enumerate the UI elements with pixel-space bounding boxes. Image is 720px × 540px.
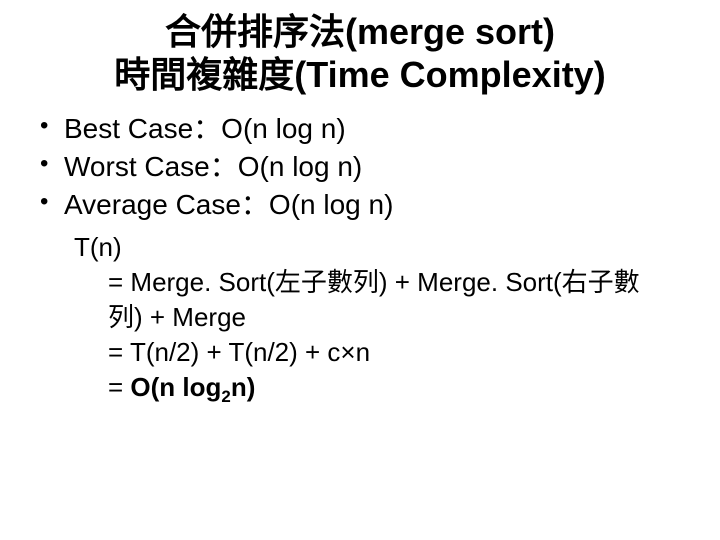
bullet-best-case: Best Case：O(n log n) xyxy=(34,110,690,148)
recurrence-line-2a: = Merge. Sort(左子數列) + Merge. Sort(右子數 xyxy=(74,265,690,300)
slide-title: 合併排序法(merge sort) 時間複雜度(Time Complexity) xyxy=(30,10,690,96)
title-line-1: 合併排序法(merge sort) xyxy=(40,10,680,53)
bullet-average-case: Average Case：O(n log n) xyxy=(34,186,690,224)
recurrence-line-2b: 列) + Merge xyxy=(74,300,690,335)
recurrence-line-3: = T(n/2) + T(n/2) + c×n xyxy=(74,335,690,370)
recurrence-tn: T(n) xyxy=(74,232,122,262)
bullet-list: Best Case：O(n log n) Worst Case：O(n log … xyxy=(30,110,690,223)
slide: 合併排序法(merge sort) 時間複雜度(Time Complexity)… xyxy=(0,0,720,429)
big-o-part-1: O(n log xyxy=(130,372,221,402)
log-base: 2 xyxy=(221,387,230,406)
title-line-2: 時間複雜度(Time Complexity) xyxy=(40,53,680,96)
recurrence-block: T(n) = Merge. Sort(左子數列) + Merge. Sort(右… xyxy=(30,230,690,409)
bullet-text: Best Case：O(n log n) xyxy=(64,113,346,144)
bullet-text: Worst Case：O(n log n) xyxy=(64,151,362,182)
bullet-worst-case: Worst Case：O(n log n) xyxy=(34,148,690,186)
big-o-part-2: n) xyxy=(231,372,256,402)
recurrence-line-4: = O(n log2n) xyxy=(74,370,690,409)
eq-prefix: = xyxy=(108,372,130,402)
bullet-text: Average Case：O(n log n) xyxy=(64,189,393,220)
